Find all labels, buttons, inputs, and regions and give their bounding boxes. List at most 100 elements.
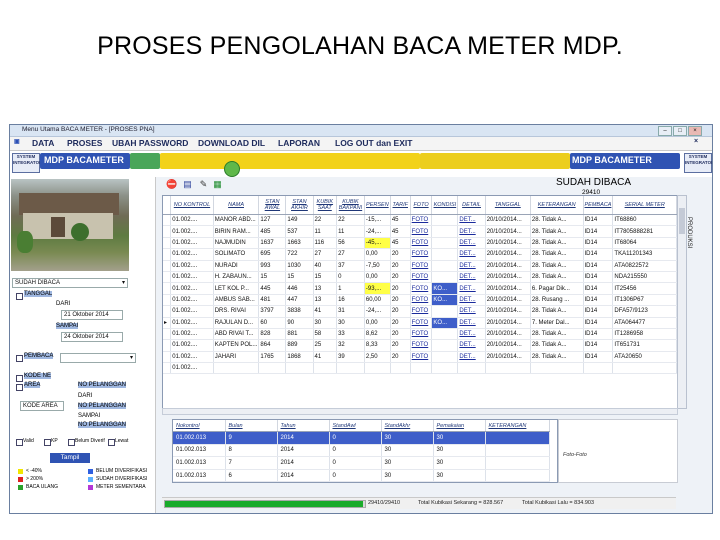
history-row[interactable]: 01.002.013 7 2014 0 30 30 [173, 456, 550, 470]
valid-checkbox[interactable] [16, 439, 23, 446]
table-row[interactable]: 01.002.... AMBUS SAB... 481 447 13 16 60,00 20 F… [163, 294, 677, 307]
main-data-grid[interactable]: NO KONTROL NAMA STAN AWAL STAN AKHIR KUBIK S… [162, 195, 678, 409]
menu-laporan[interactable]: LAPORAN [278, 138, 320, 148]
pembaca-checkbox[interactable] [16, 355, 23, 362]
dari-date-field[interactable]: 21 Oktober 2014 [61, 310, 123, 320]
history-row[interactable]: 01.002.013 8 2014 0 30 30 [173, 444, 550, 458]
column-header[interactable]: KUBIK SAAT [313, 196, 338, 215]
pembaca-select[interactable]: ▾ [60, 353, 136, 363]
menu-ubah-password[interactable]: UBAH PASSWORD [112, 138, 188, 148]
table-row[interactable]: 01.002.... ABD RIVAI T... 828 881 58 33 8,62 20… [163, 328, 677, 341]
row-selector[interactable] [163, 294, 172, 307]
export-excel-icon[interactable]: ▦ [212, 179, 223, 190]
column-header[interactable]: SERIAL METER [612, 196, 677, 215]
row-selector[interactable] [163, 339, 172, 352]
tampil-button[interactable]: Tampil [50, 453, 90, 463]
history-cell: 0 [329, 456, 382, 470]
table-cell: 28. Tidak A... [530, 248, 584, 261]
column-header[interactable]: PEMBACA [583, 196, 614, 215]
table-cell: H. ZABAUN... [213, 271, 260, 284]
row-selector[interactable]: ▸ [163, 317, 172, 329]
belum-diverif-checkbox[interactable] [68, 439, 75, 446]
column-header[interactable]: TARIF [390, 196, 411, 215]
history-column-header[interactable]: KETERANGAN [485, 420, 550, 432]
table-cell: 695 [258, 248, 287, 261]
kode-area-field[interactable]: KODE AREA [20, 401, 64, 411]
sampai-date-field[interactable]: 24 Oktober 2014 [61, 332, 123, 342]
history-grid[interactable]: Nokontrol Bulan Tahun StandAwl StandAkhr Pema… [172, 419, 558, 483]
row-selector[interactable] [163, 305, 172, 318]
table-row[interactable]: 01.002.... MANOR ABD... 127 149 22 22 -15,... 4… [163, 214, 677, 227]
table-row[interactable]: 01.002.... NAJMUDIN 1637 1663 116 56 -45,... 45… [163, 237, 677, 250]
column-header[interactable]: KUBIK BAKPANI [336, 196, 365, 215]
main-grid-horizontal-scrollbar[interactable] [162, 408, 678, 415]
scroll-thumb[interactable] [679, 208, 685, 234]
column-header[interactable]: NO KONTROL [170, 196, 214, 215]
table-row[interactable]: 01.002.... BIRIN RAM... 485 537 11 11 -24,... 4… [163, 225, 677, 238]
app-window: Menu Utama BACA METER - [PROSES PNA] – □… [9, 124, 713, 514]
column-header[interactable]: PERSEN [364, 196, 391, 215]
minimize-button[interactable]: – [658, 126, 672, 136]
maximize-button[interactable]: □ [673, 126, 687, 136]
table-row[interactable]: 01.002.... KAPTEN POL... 864 889 25 32 8,33 20 F… [163, 339, 677, 352]
history-cell: 8 [225, 444, 278, 458]
area-checkbox[interactable] [16, 384, 23, 391]
table-row[interactable]: 01.002.... SOLIMATO 695 722 27 27 0,00 20 FOTO DE… [163, 248, 677, 261]
history-column-header[interactable]: Pemakaian [433, 420, 486, 432]
lewat-checkbox[interactable] [108, 439, 115, 446]
history-column-header[interactable]: Bulan [225, 420, 278, 432]
column-header[interactable]: KONDISI [431, 196, 459, 215]
history-row[interactable]: 01.002.0135201403030 [173, 481, 550, 482]
history-column-header[interactable]: StandAkhr [381, 420, 434, 432]
row-selector[interactable] [163, 362, 172, 375]
history-column-header[interactable]: StandAwl [329, 420, 382, 432]
menu-logout-exit[interactable]: LOG OUT dan EXIT [335, 138, 412, 148]
history-row[interactable]: 01.002.013 9 2014 0 30 30 [173, 431, 550, 445]
row-selector[interactable] [163, 225, 172, 238]
column-header[interactable]: TANGGAL [485, 196, 531, 215]
table-cell: IT68860 [612, 214, 677, 227]
stop-icon[interactable]: ⛔ [166, 179, 177, 190]
row-selector[interactable] [163, 282, 172, 295]
table-row[interactable]: 01.002.... DRS. RIVAI 3797 3838 41 31 -24,... 2… [163, 305, 677, 318]
history-column-header[interactable]: Nokontrol [173, 420, 226, 432]
menu-data[interactable]: DATA [32, 138, 54, 148]
edit-icon[interactable]: ✎ [198, 179, 209, 190]
column-header[interactable]: NAMA [213, 196, 260, 215]
close-button[interactable]: × [688, 126, 702, 136]
column-header[interactable]: STAN AKHIR [285, 196, 314, 215]
print-icon[interactable]: ▤ [182, 179, 193, 190]
tanggal-checkbox[interactable] [16, 293, 23, 300]
kp-checkbox[interactable] [44, 439, 51, 446]
sudah-dibaca-select[interactable]: SUDAH DIBACA ▾ [12, 278, 128, 288]
history-row[interactable]: 01.002.013 6 2014 0 30 30 [173, 469, 550, 482]
menu-download-dil[interactable]: DOWNLOAD DIL [198, 138, 265, 148]
table-row[interactable]: 01.002.... [163, 362, 677, 375]
column-header[interactable]: KETERANGAN [530, 196, 584, 215]
row-selector[interactable] [163, 271, 172, 284]
table-row[interactable]: 01.002.... H. ZABAUN... 15 15 15 0 0,00 20 FOTO D… [163, 271, 677, 284]
row-selector[interactable] [163, 260, 172, 272]
table-cell: 3797 [258, 305, 287, 318]
column-header[interactable]: DETAIL [457, 196, 486, 215]
table-cell: 32 [336, 339, 365, 352]
table-cell: -93,... [364, 282, 391, 295]
kode-ne-checkbox[interactable] [16, 375, 23, 382]
column-header[interactable]: STAN AWAL [258, 196, 287, 215]
menu-proses[interactable]: PROSES [67, 138, 102, 148]
table-row[interactable]: 01.002.... LET KOL P... 445 446 13 1 -93,... 20… [163, 282, 677, 295]
window-titlebar: Menu Utama BACA METER - [PROSES PNA] – □… [10, 125, 712, 137]
row-selector[interactable] [163, 328, 172, 341]
menu-close-icon[interactable]: × [694, 138, 698, 145]
row-selector[interactable] [163, 237, 172, 250]
history-cell: 7 [225, 456, 278, 470]
row-selector[interactable] [163, 214, 172, 227]
table-row[interactable]: 01.002.... NURADI 993 1030 40 37 -7,50 20 FOTO DE… [163, 260, 677, 272]
row-selector[interactable] [163, 351, 172, 364]
history-column-header[interactable]: Tahun [277, 420, 330, 432]
legend-swatch [88, 469, 93, 474]
table-row[interactable]: ▸ 01.002.... RAJULAN D... 60 90 30 30 0,00 20 FOT… [163, 317, 677, 329]
table-row[interactable]: 01.002.... JAHARI 1765 1868 41 39 2,50 20 FOTO DE… [163, 351, 677, 364]
column-header[interactable]: FOTO [410, 196, 433, 215]
row-selector[interactable] [163, 248, 172, 261]
